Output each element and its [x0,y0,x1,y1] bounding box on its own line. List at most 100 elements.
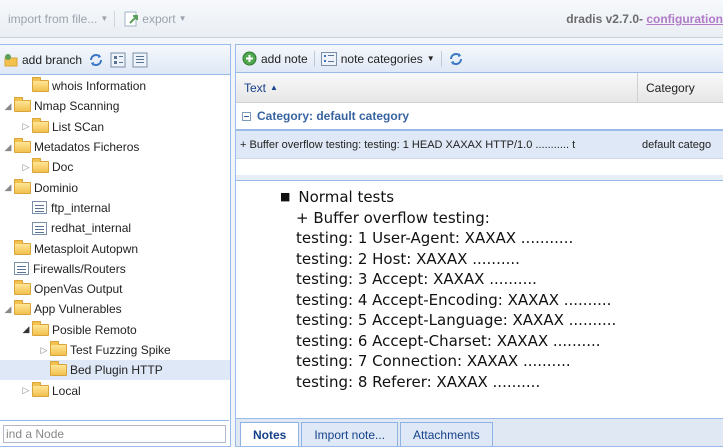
sort-ascending-icon: ▲ [270,83,278,92]
tree-node-label: Local [52,383,81,398]
note-preview: Normal tests + Buffer overflow testing: … [236,181,723,406]
tree-node-label: Metasploit Autopwn [34,241,139,256]
collapsed-arrow-icon[interactable]: ▷ [20,121,32,132]
text-column-label: Text [244,80,267,95]
chevron-down-icon: ▼ [426,54,435,63]
preview-line: testing: 3 Accept: XAXAX .......... [296,270,537,288]
folder-icon [14,97,31,113]
collapse-all-icon[interactable] [132,52,148,68]
folder-icon [32,320,49,336]
export-label: export [142,11,176,26]
tree-node[interactable]: Firewalls/Routers [0,259,230,279]
preview-subheading: + Buffer overflow testing: [296,208,490,227]
tree-node[interactable]: Bed Plugin HTTP [0,360,230,381]
preview-line: testing: 2 Host: XAXAX .......... [296,249,520,268]
folder-icon [14,300,31,316]
folder-icon [32,158,49,174]
expanded-arrow-icon[interactable]: ◢ [2,182,14,193]
export-menu-button[interactable]: export ▼ [123,8,187,30]
tree-node[interactable]: ◢ Dominio [0,177,230,197]
notes-panel: add note note categories ▼ Text ▲ Catego… [235,44,723,447]
tree-node[interactable]: OpenVas Output [0,279,230,299]
tree-node[interactable]: whois Information [0,76,230,96]
preview-line: testing: 6 Accept-Charset: XAXAX .......… [296,331,601,350]
tree-node-label: Posible Remoto [52,322,137,337]
folder-icon [14,280,31,296]
tree-node-label: whois Information [52,79,147,94]
expand-all-icon[interactable] [110,52,126,68]
preview-line: testing: 1 User-Agent: XAXAX ........... [296,229,574,247]
collapse-icon[interactable] [242,111,251,121]
tab-notes[interactable]: Notes [240,422,300,446]
tree-node[interactable]: ◢ Nmap Scanning [0,96,230,116]
folder-icon [14,138,31,154]
tab-import-note[interactable]: Import note... [301,422,399,446]
preview-line: testing: 4 Accept-Encoding: XAXAX ......… [296,290,612,309]
table-row[interactable]: + Buffer overflow testing: testing: 1 HE… [236,131,723,159]
chevron-down-icon: ▼ [178,14,187,23]
chevron-down-icon: ▼ [100,14,109,23]
preview-line: testing: 8 Referer: XAXAX .......... [296,372,541,391]
category-column-header[interactable]: Category [638,73,723,102]
note-icon [32,221,47,235]
note-icon [32,201,47,215]
refresh-icon[interactable] [448,51,464,67]
note-categories-button[interactable]: note categories ▼ [320,51,435,66]
note-text-cell: + Buffer overflow testing: testing: 1 HE… [240,138,576,151]
category-column-label: Category [646,80,695,95]
notes-tabbar: Notes Import note... Attachments [236,418,723,446]
add-branch-label: add branch [22,52,83,67]
import-label: import from file... [8,11,98,26]
note-categories-label: note categories [340,51,423,66]
tree-node[interactable]: ftp_internal [0,198,230,218]
find-node-input[interactable] [3,425,226,443]
tree-toolbar: add branch [0,45,230,75]
collapsed-arrow-icon[interactable]: ▷ [20,385,32,396]
tab-attachments[interactable]: Attachments [400,422,493,446]
add-branch-button[interactable]: add branch [4,53,82,67]
collapsed-arrow-icon[interactable]: ▷ [38,345,50,356]
import-menu-button[interactable]: import from file... ▼ [8,8,108,30]
brand-version: dradis v2.7.0- [566,12,647,26]
refresh-icon[interactable] [88,52,104,68]
collapsed-arrow-icon[interactable]: ▷ [20,162,32,173]
add-icon [242,51,257,66]
folder-icon [50,361,67,377]
folder-icon [14,239,31,255]
tree-node[interactable]: ▷ Doc [0,157,230,177]
expanded-arrow-icon[interactable]: ◢ [2,101,14,112]
export-icon [124,11,139,26]
preview-line: testing: 5 Accept-Language: XAXAX ......… [296,311,617,329]
category-group-header[interactable]: Category: default category [236,103,723,131]
top-toolbar: import from file... ▼ export ▼ dradis v2… [0,0,723,38]
toolbar-separator [114,10,116,27]
tree-node-label: Dominio [34,180,79,195]
tree-node[interactable]: ◢ Posible Remoto [0,320,230,340]
expanded-arrow-icon[interactable]: ◢ [2,304,14,315]
tree-node-label: Firewalls/Routers [33,261,126,276]
folder-icon [14,178,31,194]
tree-node-label: App Vulnerables [34,302,122,317]
tree-node-label: OpenVas Output [34,282,123,297]
group-label: Category: default category [257,109,410,123]
tree-node[interactable]: ▷ Test Fuzzing Spike [0,340,230,360]
folder-icon [32,77,49,93]
tree-node[interactable]: ◢ Metadatos Ficheros [0,137,230,157]
tree-node-label: redhat_internal [51,221,132,236]
toolbar-separator [313,50,315,67]
note-icon [14,262,29,276]
tree-node[interactable]: ▷ Local [0,380,230,400]
tree-node-label: Test Fuzzing Spike [70,343,171,357]
add-branch-icon [4,53,18,66]
tree-node[interactable]: ▷ List SCan [0,117,230,137]
tree-search [0,420,229,446]
tree-node[interactable]: redhat_internal [0,218,230,238]
add-note-label: add note [261,51,308,66]
tree-node[interactable]: ◢ App Vulnerables [0,299,230,319]
add-note-button[interactable]: add note [242,51,308,66]
expanded-arrow-icon[interactable]: ◢ [20,324,32,335]
expanded-arrow-icon[interactable]: ◢ [2,142,14,153]
tree-node[interactable]: Metasploit Autopwn [0,238,230,258]
text-column-header[interactable]: Text ▲ [236,73,638,102]
configuration-link[interactable]: configuration [646,12,723,26]
